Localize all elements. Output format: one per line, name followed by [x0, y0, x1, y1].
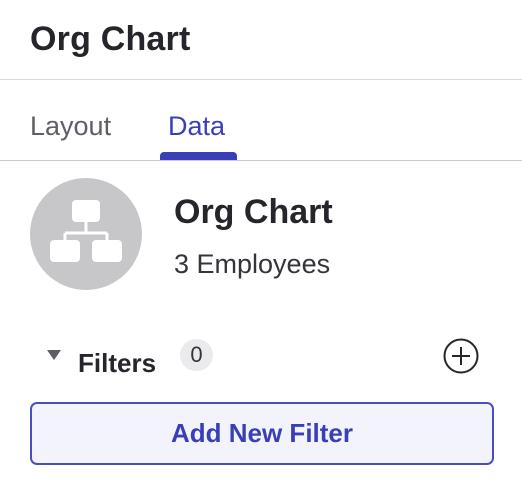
panel-header: Org Chart [0, 0, 522, 80]
filters-row: Filters 0 [0, 334, 522, 378]
employee-count: 3 Employees [174, 249, 331, 279]
caret-down-icon [47, 350, 61, 360]
org-chart-icon [50, 200, 122, 262]
filter-count-badge: 0 [180, 339, 213, 371]
data-panel: Org Chart Layout Data Org Chart 3 Employ… [0, 0, 522, 478]
tab-data[interactable]: Data [168, 111, 225, 142]
org-chart-avatar [30, 178, 142, 290]
filters-label: Filters [78, 348, 157, 378]
add-new-filter-button[interactable]: Add New Filter [30, 402, 494, 465]
tab-bar: Layout Data [0, 80, 522, 161]
page-title: Org Chart [30, 20, 191, 58]
active-tab-indicator [160, 152, 237, 160]
plus-circle-icon[interactable] [443, 338, 479, 374]
summary-title: Org Chart [174, 193, 333, 231]
filters-toggle[interactable]: Filters [40, 342, 180, 378]
tab-layout[interactable]: Layout [30, 111, 111, 142]
